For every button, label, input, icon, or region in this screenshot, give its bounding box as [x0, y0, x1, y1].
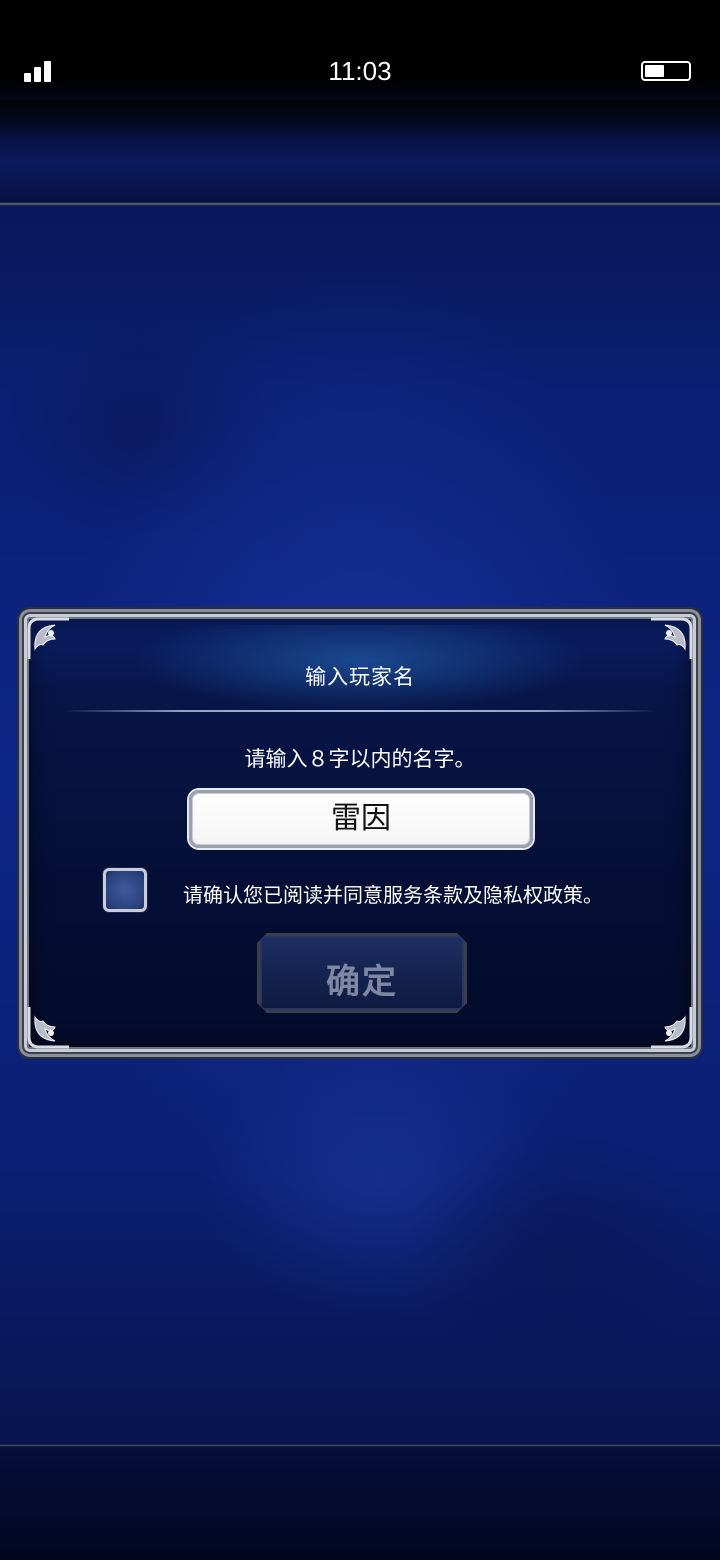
player-name-input[interactable]: 雷因: [189, 790, 533, 848]
player-name-dialog: 输入玩家名 请输入８字以内的名字。 雷因 请确认您已阅读并同意服务条款及隐私权政…: [22, 612, 698, 1054]
agreement-label[interactable]: 请确认您已阅读并同意服务条款及隐私权政策。: [183, 879, 603, 908]
agreement-checkbox[interactable]: [103, 868, 147, 912]
battery-level-fill: [645, 65, 664, 77]
status-time: 11:03: [328, 56, 392, 86]
bottom-banner: [0, 1446, 720, 1560]
ornament-corner-icon: [651, 1007, 693, 1049]
dialog-title: 输入玩家名: [305, 665, 415, 689]
confirm-button-label: 确定: [326, 962, 398, 1002]
ornament-corner-icon: [27, 1007, 69, 1049]
name-instruction: 请输入８字以内的名字。: [244, 747, 476, 771]
confirm-button[interactable]: 确定: [257, 933, 467, 1013]
battery-icon: [641, 61, 691, 81]
top-divider: [0, 202, 720, 206]
game-screen: 11:03 输入玩家名 请输入８字以内的名字。 雷因 请确认您已阅读并同意服务条…: [0, 0, 720, 1560]
status-bar: 11:03: [0, 0, 720, 140]
header-divider: [63, 710, 657, 712]
